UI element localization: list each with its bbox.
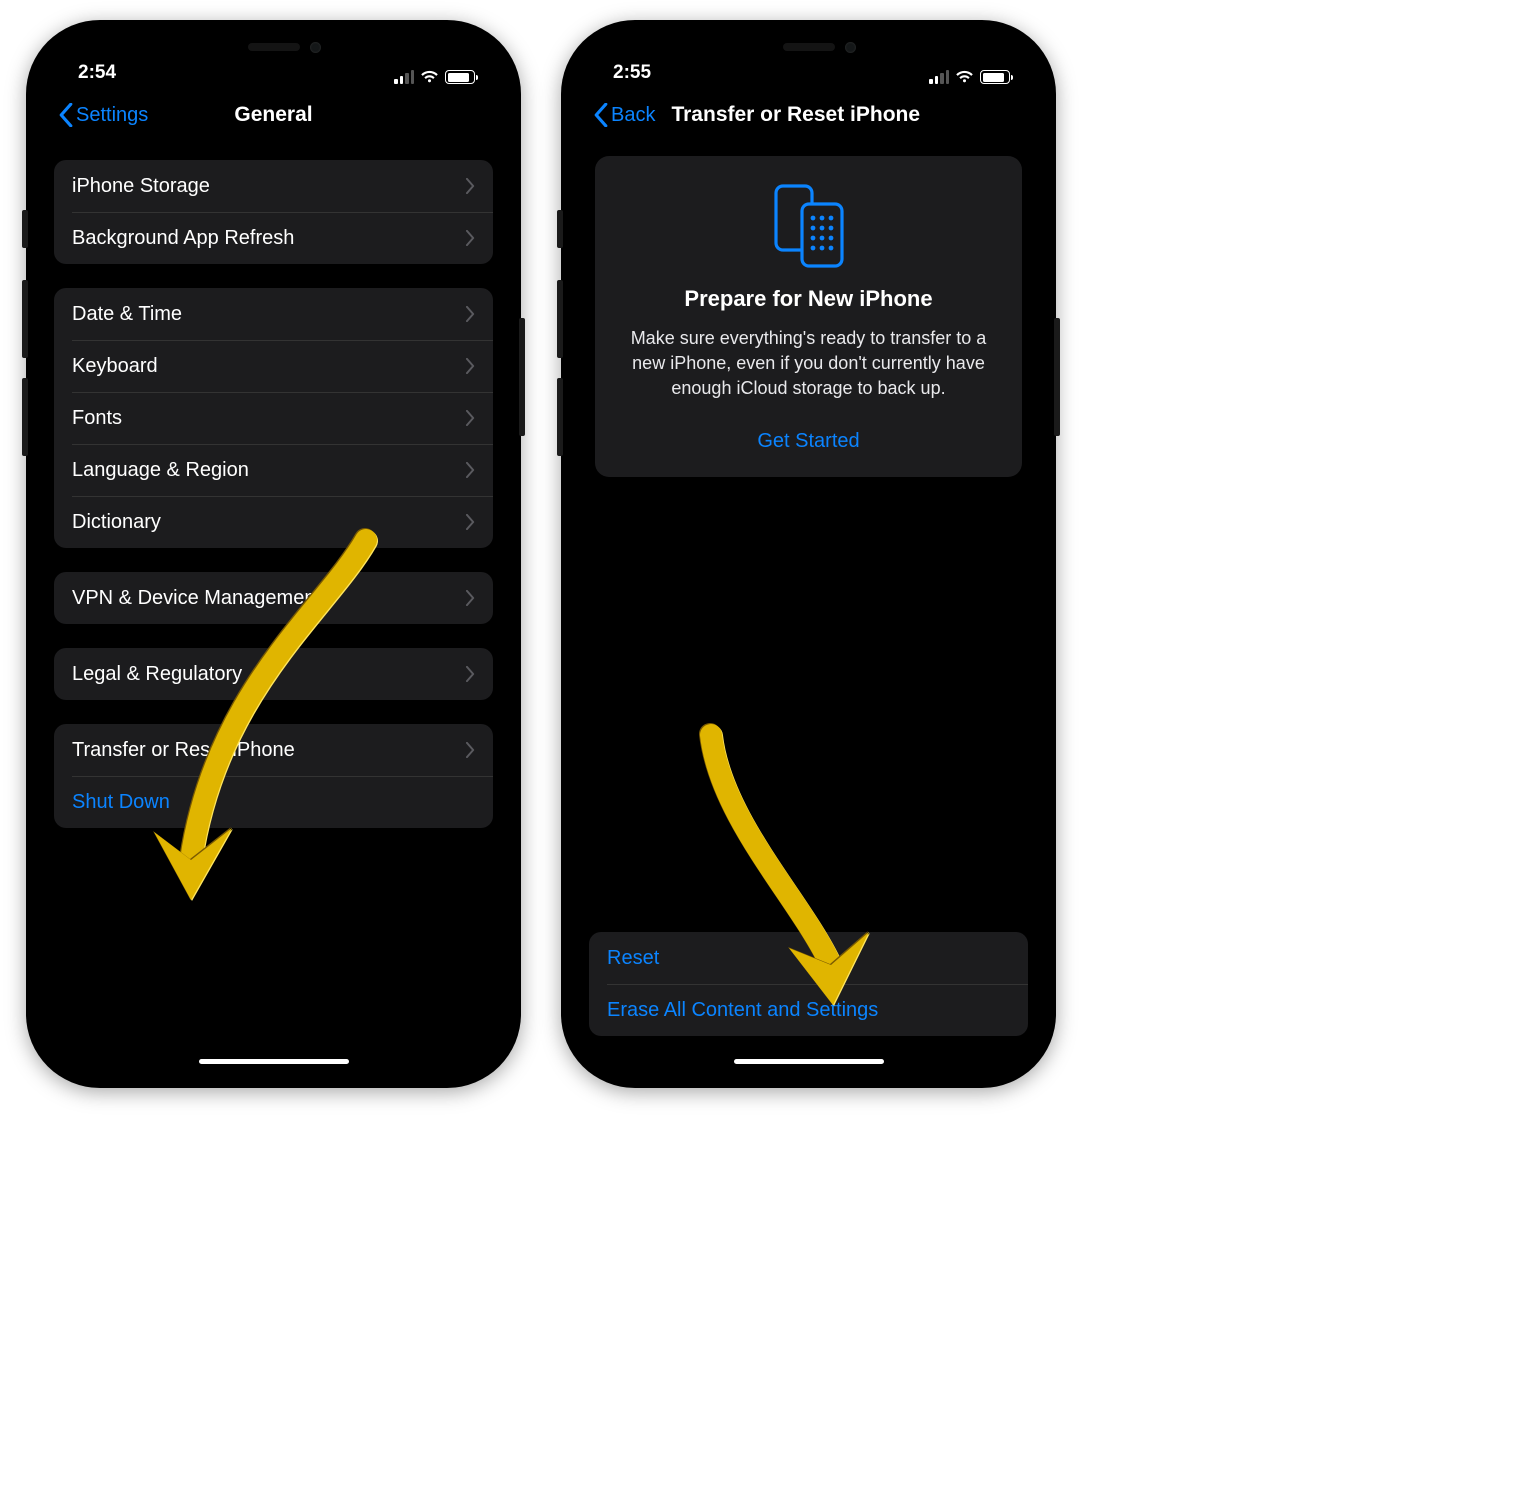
chevron-right-icon	[466, 742, 475, 758]
status-time: 2:54	[78, 62, 116, 84]
row-label: VPN & Device Management	[72, 587, 321, 610]
settings-group: Legal & Regulatory	[54, 648, 493, 700]
settings-group: VPN & Device Management	[54, 572, 493, 624]
phone-transfer-reset: 2:55 Back Transfer or Reset iPhone	[561, 20, 1056, 1088]
row-erase-all[interactable]: Erase All Content and Settings	[589, 984, 1028, 1036]
volume-down-button	[557, 378, 563, 456]
wifi-icon	[955, 70, 974, 84]
wifi-icon	[420, 70, 439, 84]
power-button	[519, 318, 525, 436]
screen-general: 2:54 Settings General iPhone Storage	[42, 36, 505, 1072]
settings-group: Date & Time Keyboard Fonts Language & Re…	[54, 288, 493, 548]
row-label: Date & Time	[72, 303, 182, 326]
volume-up-button	[22, 280, 28, 358]
get-started-button[interactable]: Get Started	[617, 430, 1000, 453]
row-label: Keyboard	[72, 355, 158, 378]
settings-list[interactable]: iPhone Storage Background App Refresh Da…	[42, 142, 505, 1072]
row-keyboard[interactable]: Keyboard	[54, 340, 493, 392]
chevron-right-icon	[466, 230, 475, 246]
row-label: Legal & Regulatory	[72, 663, 242, 686]
volume-down-button	[22, 378, 28, 456]
row-label: Shut Down	[72, 791, 170, 814]
panel-heading: Prepare for New iPhone	[617, 286, 1000, 312]
phone-general: 2:54 Settings General iPhone Storage	[26, 20, 521, 1088]
row-label: Reset	[607, 947, 659, 970]
back-label: Back	[611, 104, 655, 127]
row-label: Background App Refresh	[72, 227, 294, 250]
row-label: Transfer or Reset iPhone	[72, 739, 295, 762]
back-button[interactable]: Settings	[52, 103, 148, 127]
power-button	[1054, 318, 1060, 436]
chevron-right-icon	[466, 178, 475, 194]
back-button[interactable]: Back	[587, 103, 655, 127]
navigation-bar: Settings General	[42, 88, 505, 142]
row-label: Fonts	[72, 407, 122, 430]
row-language-region[interactable]: Language & Region	[54, 444, 493, 496]
row-iphone-storage[interactable]: iPhone Storage	[54, 160, 493, 212]
back-label: Settings	[76, 104, 148, 127]
battery-icon	[980, 70, 1010, 84]
screen-transfer-reset: 2:55 Back Transfer or Reset iPhone	[577, 36, 1040, 1072]
row-label: Language & Region	[72, 459, 249, 482]
row-reset[interactable]: Reset	[589, 932, 1028, 984]
chevron-right-icon	[466, 514, 475, 530]
two-phones-icon	[768, 182, 850, 270]
row-background-app-refresh[interactable]: Background App Refresh	[54, 212, 493, 264]
navigation-bar: Back Transfer or Reset iPhone	[577, 88, 1040, 142]
chevron-right-icon	[466, 666, 475, 682]
chevron-right-icon	[466, 590, 475, 606]
row-legal-regulatory[interactable]: Legal & Regulatory	[54, 648, 493, 700]
chevron-right-icon	[466, 358, 475, 374]
chevron-left-icon	[58, 103, 74, 127]
row-shut-down[interactable]: Shut Down	[54, 776, 493, 828]
silence-switch	[557, 210, 563, 248]
screen-body: Prepare for New iPhone Make sure everyth…	[577, 142, 1040, 1072]
row-label: Erase All Content and Settings	[607, 999, 878, 1022]
row-label: Dictionary	[72, 511, 161, 534]
prepare-panel: Prepare for New iPhone Make sure everyth…	[595, 156, 1022, 477]
row-vpn-device-mgmt[interactable]: VPN & Device Management	[54, 572, 493, 624]
cellular-icon	[394, 70, 414, 84]
page-title: Transfer or Reset iPhone	[671, 103, 920, 127]
chevron-left-icon	[593, 103, 609, 127]
panel-body: Make sure everything's ready to transfer…	[617, 326, 1000, 400]
notch	[714, 36, 904, 70]
settings-group: Transfer or Reset iPhone Shut Down	[54, 724, 493, 828]
notch	[179, 36, 369, 70]
chevron-right-icon	[466, 410, 475, 426]
cellular-icon	[929, 70, 949, 84]
page-title: General	[234, 103, 312, 127]
silence-switch	[22, 210, 28, 248]
battery-icon	[445, 70, 475, 84]
settings-group: iPhone Storage Background App Refresh	[54, 160, 493, 264]
row-label: iPhone Storage	[72, 175, 210, 198]
status-time: 2:55	[613, 62, 651, 84]
chevron-right-icon	[466, 462, 475, 478]
volume-up-button	[557, 280, 563, 358]
row-dictionary[interactable]: Dictionary	[54, 496, 493, 548]
home-indicator[interactable]	[199, 1059, 349, 1064]
row-transfer-or-reset[interactable]: Transfer or Reset iPhone	[54, 724, 493, 776]
chevron-right-icon	[466, 306, 475, 322]
home-indicator[interactable]	[734, 1059, 884, 1064]
reset-group: Reset Erase All Content and Settings	[589, 932, 1028, 1036]
row-date-time[interactable]: Date & Time	[54, 288, 493, 340]
row-fonts[interactable]: Fonts	[54, 392, 493, 444]
